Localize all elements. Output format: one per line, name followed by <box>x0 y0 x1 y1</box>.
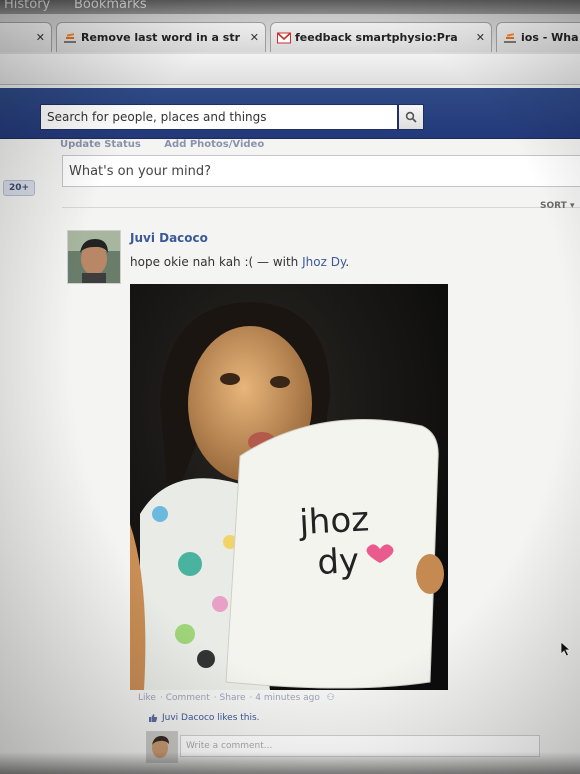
menu-bookmarks[interactable]: Bookmarks <box>74 0 147 12</box>
search-icon <box>405 111 417 123</box>
status-input[interactable]: What's on your mind? <box>62 155 580 187</box>
profile-photo <box>68 231 120 283</box>
composer-tabs: Update Status Add Photos/Video <box>60 139 580 151</box>
mouse-cursor-icon <box>560 641 572 657</box>
post-photo[interactable]: jhoz dy <box>130 284 448 690</box>
post-actions: Like · Comment · Share · 4 minutes ago ⚇ <box>138 693 335 703</box>
sign-line-2: dy <box>316 541 360 583</box>
tab-label: ios - Wha <box>521 31 579 44</box>
sort-label: SORT <box>540 201 567 211</box>
tab-label: Remove last word in a str <box>81 31 241 44</box>
screen: History Bookmarks ✕ Remove last word in … <box>0 0 580 774</box>
avatar[interactable] <box>67 230 121 284</box>
sort-button[interactable]: SORT ▾ <box>540 201 574 211</box>
menu-bar: History Bookmarks <box>0 0 580 14</box>
tab-update-status[interactable]: Update Status <box>60 139 141 150</box>
post-author[interactable]: Juvi Dacoco <box>130 231 208 245</box>
divider <box>62 207 580 208</box>
photo-shadow <box>0 752 580 774</box>
post-text: hope okie nah kah :( — with Jhoz Dy. <box>130 255 349 269</box>
menu-history[interactable]: History <box>4 0 50 12</box>
stackoverflow-icon <box>504 32 516 43</box>
post-message: hope okie nah kah :( <box>130 255 254 269</box>
close-icon[interactable]: ✕ <box>246 31 259 44</box>
tab-add-photos[interactable]: Add Photos/Video <box>164 139 264 150</box>
likes-summary: Juvi Dacoco likes this. <box>148 713 260 723</box>
tab-strip: ✕ Remove last word in a str ✕ feedback s… <box>0 14 580 55</box>
sign-line-1: jhoz <box>297 499 370 543</box>
stackoverflow-icon <box>64 32 76 43</box>
browser-toolbar <box>0 54 580 85</box>
tab-4[interactable]: ios - Wha <box>496 22 580 52</box>
notification-count-badge[interactable]: 20+ <box>3 180 35 196</box>
tagged-person[interactable]: Jhoz Dy <box>302 255 345 269</box>
photo-image: jhoz dy <box>130 284 448 690</box>
share-link[interactable]: Share <box>220 693 246 703</box>
tab-label: feedback smartphysio:Pra <box>295 31 458 44</box>
search-input[interactable]: Search for people, places and things <box>40 104 398 130</box>
audience-icon[interactable]: ⚇ <box>327 693 335 703</box>
with-separator: — with <box>253 255 303 269</box>
tab-3[interactable]: feedback smartphysio:Pra ✕ <box>270 22 492 52</box>
news-feed: Update Status Add Photos/Video What's on… <box>0 139 580 774</box>
likes-text[interactable]: Juvi Dacoco likes this. <box>162 713 260 723</box>
search-button[interactable] <box>398 104 424 130</box>
gmail-icon <box>277 32 291 43</box>
tab-2[interactable]: Remove last word in a str ✕ <box>56 22 266 52</box>
close-icon[interactable]: ✕ <box>472 31 485 44</box>
facebook-header: Search for people, places and things <box>0 88 580 139</box>
comment-link[interactable]: Comment <box>166 693 210 703</box>
tab-1[interactable]: ✕ <box>0 22 52 52</box>
close-icon[interactable]: ✕ <box>32 31 45 44</box>
timestamp[interactable]: 4 minutes ago <box>255 693 320 703</box>
like-link[interactable]: Like <box>138 693 156 703</box>
thumbs-up-icon <box>149 714 158 722</box>
post-text-suffix: . <box>345 255 350 269</box>
